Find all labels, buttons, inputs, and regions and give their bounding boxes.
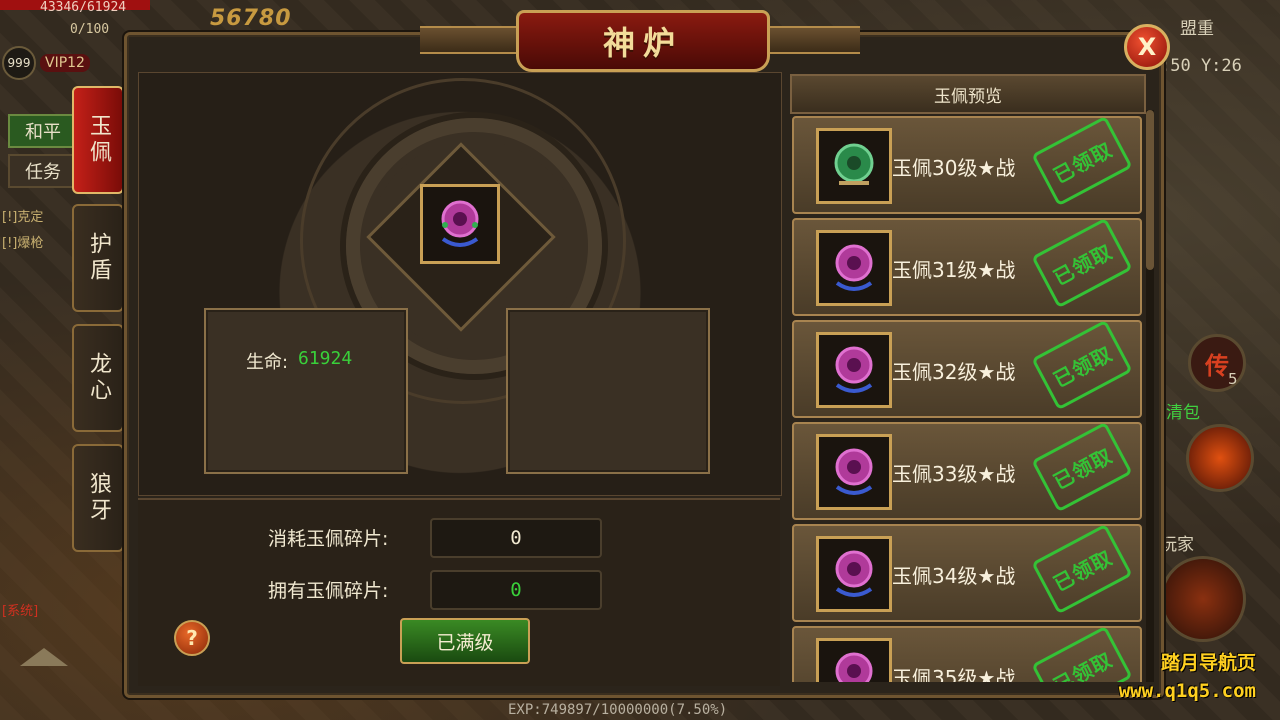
combat-score: 56780 [210,6,292,31]
claimed-stamp: 已领取 [1031,421,1133,513]
peace-mode-button[interactable]: 和平 [8,114,78,148]
hp-text: 43346/61924 [40,0,127,15]
own-value: 0 [430,570,602,610]
claimed-stamp: 已领取 [1031,115,1133,207]
item-name: 玉佩32级★战 [892,360,1016,384]
tab-jade[interactable]: 玉佩 [72,86,124,194]
close-button[interactable]: X [1124,24,1170,70]
next-stats-box [506,308,710,474]
map-name: 盟重 [1180,19,1214,39]
item-name: 玉佩35级★战 [892,666,1016,682]
consume-label: 消耗玉佩碎片: [268,528,389,550]
help-button[interactable]: ? [174,620,210,656]
tab-wolf-fang[interactable]: 狼牙 [72,444,124,552]
max-level-button[interactable]: 已满级 [400,618,530,664]
jade-pink-icon [441,200,479,247]
hp-stat-label: 生命: [246,352,289,373]
hp-stat-value: 61924 [298,348,353,369]
list-item[interactable]: 玉佩34级★战 已领取 [792,523,1142,622]
fire-skill-icon[interactable] [1186,424,1254,492]
jade-pink-icon [816,434,892,510]
jade-pink-icon [816,536,892,612]
item-name: 玉佩30级★战 [892,156,1016,180]
item-name: 玉佩34级★战 [892,564,1016,588]
player-button[interactable]: 玩家 [1160,530,1194,555]
jade-pink-icon [816,230,892,306]
jade-pink-icon [816,638,892,682]
tab-dragon-heart[interactable]: 龙心 [72,324,124,432]
claimed-stamp: 已领取 [1031,319,1133,411]
clear-bag-button[interactable]: 清包 [1166,398,1200,423]
jade-green-icon [816,128,892,204]
own-label: 拥有玉佩碎片: [268,580,389,602]
item-name: 玉佩33级★战 [892,462,1016,486]
claimed-stamp: 已领取 [1031,625,1133,682]
player-level-badge[interactable]: 999 VIP12 [2,46,90,80]
system-chat-tag: [系统] [2,604,39,619]
exp-text: EXP:749897/10000000(7.50%) [508,702,728,718]
collapse-chevron-icon[interactable] [20,648,68,666]
claimed-stamp: 已领取 [1031,523,1133,615]
attack-skill-icon[interactable] [1160,556,1246,642]
consume-value: 0 [430,518,602,558]
preview-header: 玉佩预览 [790,74,1146,114]
current-stats-box [204,308,408,474]
list-item[interactable]: 玉佩32级★战 已领取 [792,319,1142,418]
watermark-title: 踏月导航页 [1160,652,1256,674]
preview-scrollbar[interactable] [1146,110,1154,682]
question-icon: ? [186,626,198,650]
tab-shield[interactable]: 护盾 [72,204,124,312]
list-item[interactable]: 玉佩33级★战 已领取 [792,421,1142,520]
list-item[interactable]: 玉佩35级★战 已领取 [792,625,1142,682]
teleport-count: 5 [1228,370,1238,388]
coordinates: :50 Y:26 [1160,56,1242,76]
scrollbar-thumb[interactable] [1146,110,1154,270]
level-value: 999 [2,46,36,80]
jade-pink-icon [816,332,892,408]
preview-list[interactable]: 玉佩30级★战 已领取 玉佩31级★战 已领取 玉佩32级★战 已领取 玉佩33… [788,110,1144,682]
chat-line: [!]克定 [2,210,44,225]
list-item[interactable]: 玉佩31级★战 已领取 [792,217,1142,316]
vip-badge: VIP12 [40,54,90,72]
window-title: 神炉 [602,24,683,62]
chat-line: [!]爆枪 [2,236,44,251]
list-item[interactable]: 玉佩30级★战 已领取 [792,115,1142,214]
teleport-label: 传 [1205,351,1229,380]
claimed-stamp: 已领取 [1031,217,1133,309]
quest-button[interactable]: 任务 [8,154,78,188]
window-title-plate: 神炉 [516,10,770,72]
close-icon: X [1137,33,1157,61]
item-name: 玉佩31级★战 [892,258,1016,282]
watermark-url: www.q1q5.com [1118,680,1256,702]
equipped-jade-slot[interactable] [420,184,500,264]
mp-text: 0/100 [70,22,110,37]
